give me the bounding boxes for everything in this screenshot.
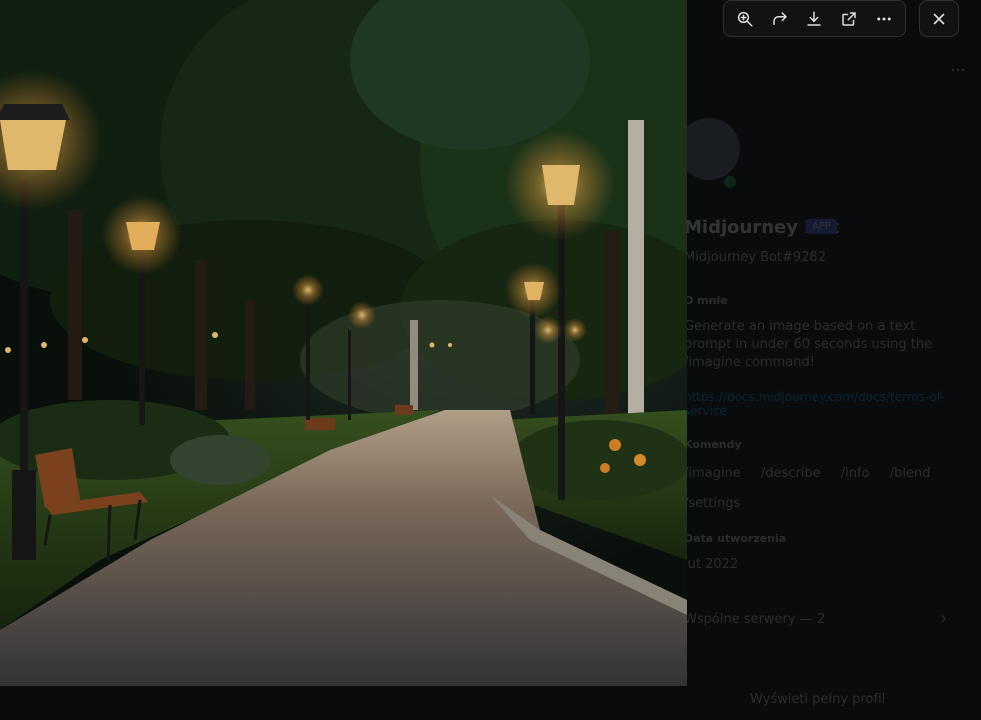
- more-options-icon: [876, 17, 891, 20]
- profile-username: Midjourney Bot#9282: [684, 250, 827, 265]
- mutual-servers: Wspólne serwery — 2: [684, 612, 826, 627]
- open-external-icon: [842, 11, 856, 26]
- commands-list: /imagine /describe /info /blend /setting…: [684, 466, 946, 511]
- download-button[interactable]: [799, 4, 829, 34]
- command-item: /blend: [889, 466, 931, 481]
- forward-button[interactable]: [765, 4, 795, 34]
- command-item: /settings: [684, 496, 741, 511]
- commands-header: Komendy: [684, 438, 742, 451]
- chevron-right-icon: ›: [940, 608, 948, 629]
- download-icon: [807, 11, 822, 26]
- created-header: Data utworzenia: [684, 532, 787, 545]
- app-badge: APP: [806, 219, 837, 234]
- view-full-profile-link: Wyświetl pełny profil: [750, 692, 886, 707]
- viewer-image[interactable]: [0, 0, 687, 686]
- command-item: /imagine: [684, 466, 741, 481]
- forward-icon: [773, 11, 787, 25]
- more-options-button[interactable]: [869, 4, 899, 34]
- online-status-icon: [724, 176, 736, 188]
- profile-panel: ⋯ Midjourney Bot APP Midjourney Bot#9282…: [640, 0, 981, 720]
- created-date: lut 2022: [684, 557, 739, 572]
- avatar: [678, 118, 740, 180]
- more-icon: ⋯: [950, 60, 966, 79]
- zoom-in-button[interactable]: [730, 4, 760, 34]
- command-item: /describe: [760, 466, 821, 481]
- close-button[interactable]: [919, 0, 959, 37]
- open-external-button[interactable]: [834, 4, 864, 34]
- image-viewer-toolbar: [723, 0, 906, 37]
- zoom-in-icon: [738, 11, 753, 26]
- close-icon: [933, 13, 945, 24]
- about-header: O mnie: [684, 294, 728, 307]
- about-text: Generate an image based on a text prompt…: [684, 319, 933, 370]
- about-link: https://docs.midjourney.com/docs/terms-o…: [684, 390, 945, 418]
- command-item: /info: [840, 466, 870, 481]
